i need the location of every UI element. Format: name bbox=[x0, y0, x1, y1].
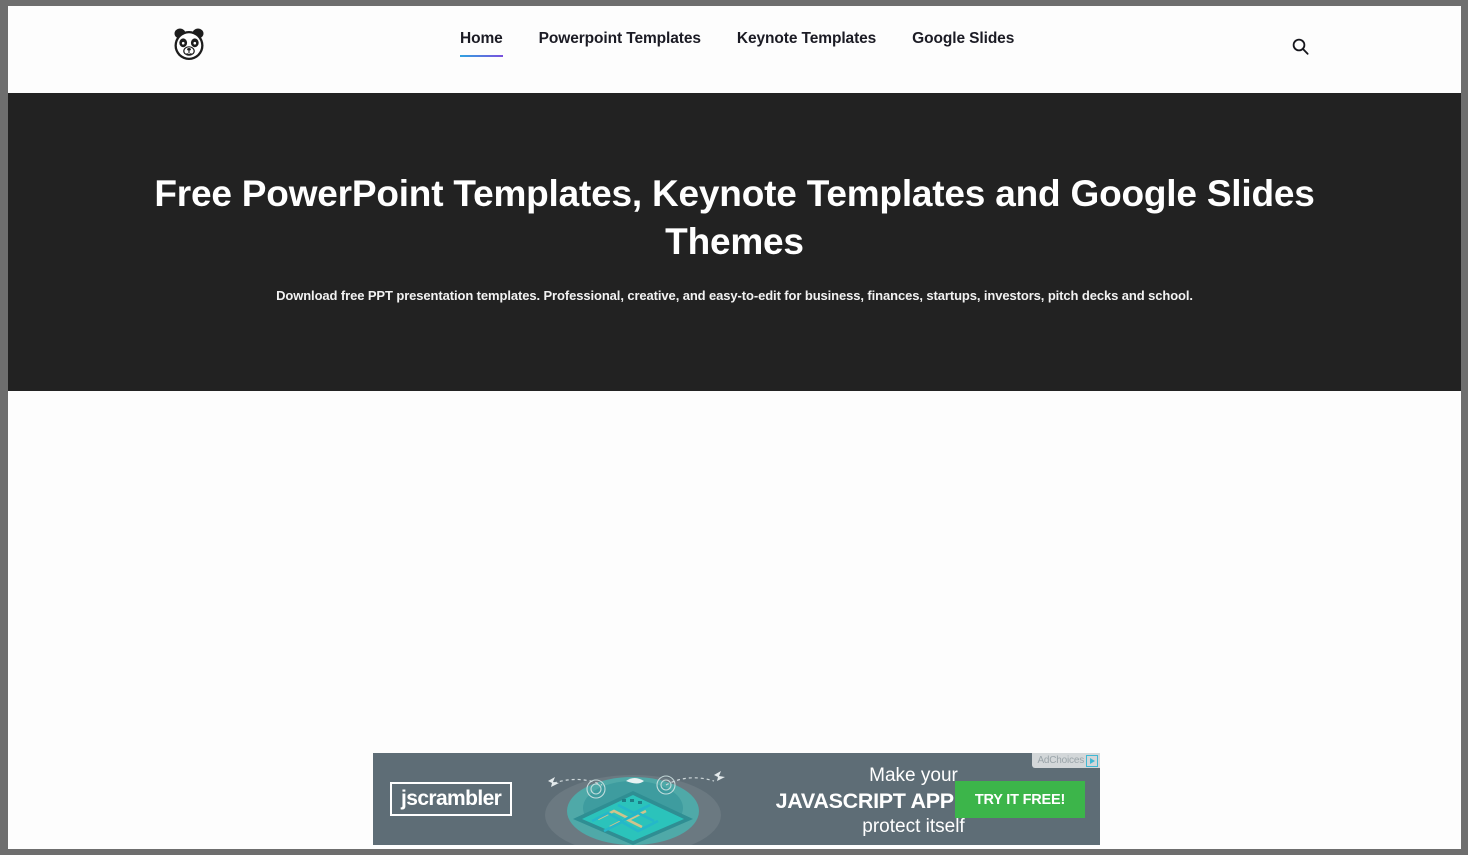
nav-item-keynote-templates[interactable]: Keynote Templates bbox=[737, 30, 876, 57]
panda-logo-icon[interactable] bbox=[172, 26, 206, 62]
nav-item-google-slides[interactable]: Google Slides bbox=[912, 30, 1014, 57]
adchoices-badge[interactable]: AdChoices bbox=[1032, 753, 1100, 768]
main-content: jscrambler Make your JAVASCRIPT APPLICAT… bbox=[8, 391, 1461, 849]
browser-viewport: Home Powerpoint Templates Keynote Templa… bbox=[8, 6, 1461, 849]
advertisement-banner[interactable]: jscrambler Make your JAVASCRIPT APPLICAT… bbox=[373, 753, 1100, 845]
ad-cta-button[interactable]: TRY IT FREE! bbox=[955, 781, 1085, 818]
main-navigation: Home Powerpoint Templates Keynote Templa… bbox=[460, 30, 1014, 57]
nav-item-home[interactable]: Home bbox=[460, 30, 503, 57]
search-icon bbox=[1292, 38, 1309, 55]
hero-subtitle: Download free PPT presentation templates… bbox=[276, 288, 1193, 303]
site-header: Home Powerpoint Templates Keynote Templa… bbox=[8, 6, 1461, 93]
adchoices-label: AdChoices bbox=[1037, 755, 1084, 766]
hero-banner: Free PowerPoint Templates, Keynote Templ… bbox=[8, 93, 1461, 391]
ad-illustration-maze bbox=[545, 771, 725, 845]
page-title: Free PowerPoint Templates, Keynote Templ… bbox=[154, 173, 1315, 262]
adchoices-triangle-icon bbox=[1086, 754, 1098, 767]
ad-brand-logo: jscrambler bbox=[390, 782, 513, 816]
search-button[interactable] bbox=[1286, 32, 1314, 60]
nav-item-powerpoint-templates[interactable]: Powerpoint Templates bbox=[539, 30, 701, 57]
